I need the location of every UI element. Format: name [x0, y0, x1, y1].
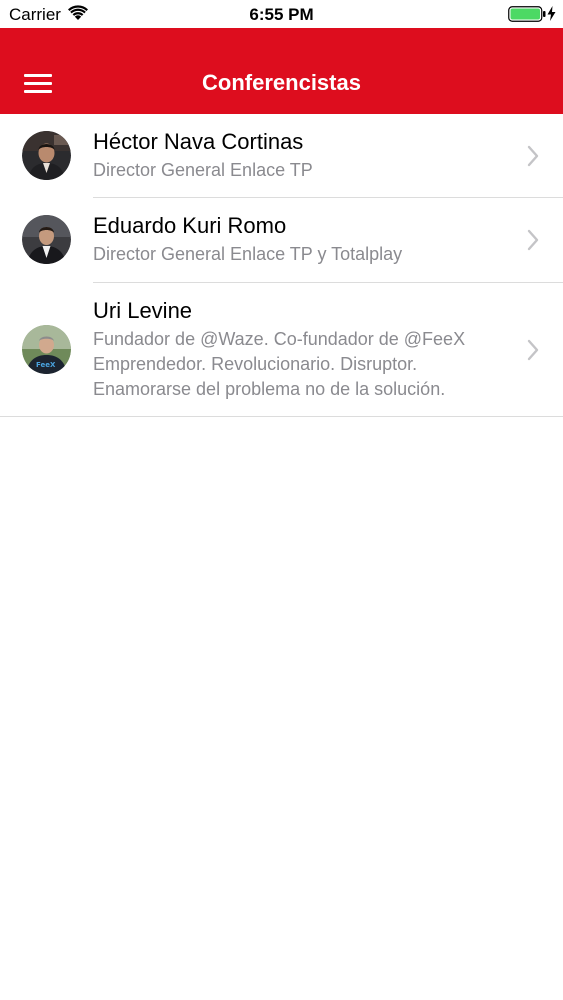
speaker-description-line: Director General Enlace TP	[93, 160, 313, 180]
speaker-name: Uri Levine	[93, 298, 193, 323]
battery-icon	[508, 6, 546, 22]
speaker-avatar	[22, 215, 71, 264]
speaker-avatar: FeeX	[22, 325, 71, 374]
status-time: 6:55 PM	[249, 5, 314, 24]
page-title: Conferencistas	[202, 70, 361, 95]
speaker-avatar	[22, 131, 71, 180]
speaker-row-hector-nava-cortinas[interactable]: Héctor Nava Cortinas Director General En…	[0, 114, 563, 198]
svg-text:FeeX: FeeX	[36, 361, 56, 369]
speaker-list: Héctor Nava Cortinas Director General En…	[0, 114, 563, 417]
speaker-row-eduardo-kuri-romo[interactable]: Eduardo Kuri Romo Director General Enlac…	[0, 198, 563, 283]
navigation-bar: Conferencistas	[0, 28, 563, 114]
speaker-description-line: Director General Enlace TP y Totalplay	[93, 244, 403, 264]
charging-bolt-icon	[547, 6, 556, 21]
chevron-right-icon	[527, 145, 539, 167]
chevron-right-icon	[527, 229, 539, 251]
speaker-description-line: Emprendedor. Revolucionario. Disruptor.	[93, 354, 418, 374]
speaker-name: Eduardo Kuri Romo	[93, 213, 287, 238]
speaker-name: Héctor Nava Cortinas	[93, 129, 304, 154]
speaker-row-uri-levine[interactable]: FeeX Uri Levine Fundador de @Waze. Co-fu…	[0, 283, 563, 417]
speaker-description-line: Enamorarse del problema no de la solució…	[93, 379, 446, 399]
chevron-right-icon	[527, 339, 539, 361]
status-bar: Carrier 6:55 PM	[0, 0, 563, 28]
speaker-description-line: Fundador de @Waze. Co-fundador de @FeeX	[93, 329, 466, 349]
